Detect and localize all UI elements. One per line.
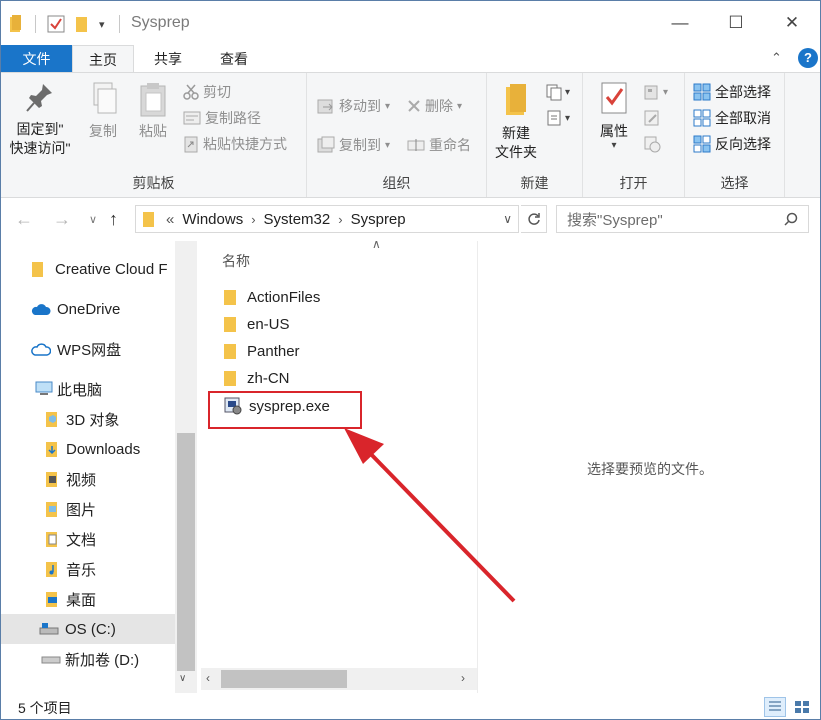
annotation-arrow	[344, 428, 516, 603]
explorer-window: ▾ Sysprep — ☐ ✕ 文件 主页 共享 查看 ⌃ ? 固定到" 快速访…	[0, 0, 821, 720]
